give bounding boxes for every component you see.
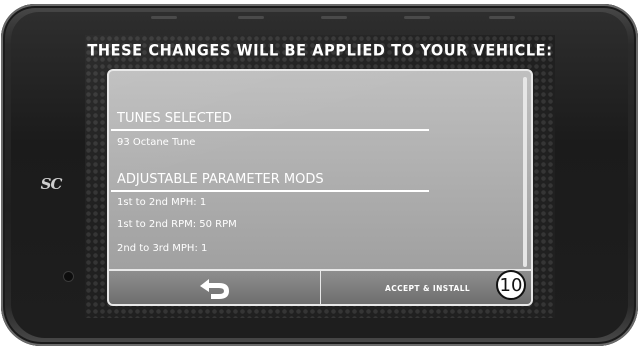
section-divider — [111, 190, 429, 192]
section-heading-tunes: TUNES SELECTED — [117, 111, 232, 126]
section-heading-parameter-mods: ADJUSTABLE PARAMETER MODS — [117, 172, 324, 187]
changes-list: TUNES SELECTED 93 Octane Tune ADJUSTABLE… — [109, 71, 527, 269]
section-divider — [111, 129, 429, 131]
list-item: 93 Octane Tune — [117, 137, 196, 148]
changes-panel: TUNES SELECTED 93 Octane Tune ADJUSTABLE… — [107, 69, 533, 306]
list-item: 1st to 2nd MPH: 1 — [117, 197, 207, 208]
back-arrow-icon — [199, 278, 229, 299]
bottom-action-bar: ACCEPT & INSTALL — [109, 269, 531, 304]
light-sensor — [64, 272, 73, 281]
brand-logo: SC — [40, 175, 63, 193]
screen-title: THESE CHANGES WILL BE APPLIED TO YOUR VE… — [87, 42, 553, 60]
scrollbar[interactable] — [523, 77, 527, 267]
step-callout-badge: 10 — [496, 270, 526, 300]
device-screen: THESE CHANGES WILL BE APPLIED TO YOUR VE… — [85, 35, 555, 318]
back-button[interactable] — [109, 271, 321, 304]
bezel-top-dots — [1, 16, 638, 22]
list-item: 2nd to 3rd MPH: 1 — [117, 243, 208, 254]
list-item: 1st to 2nd RPM: 50 RPM — [117, 219, 237, 230]
accept-install-label: ACCEPT & INSTALL — [385, 284, 471, 293]
